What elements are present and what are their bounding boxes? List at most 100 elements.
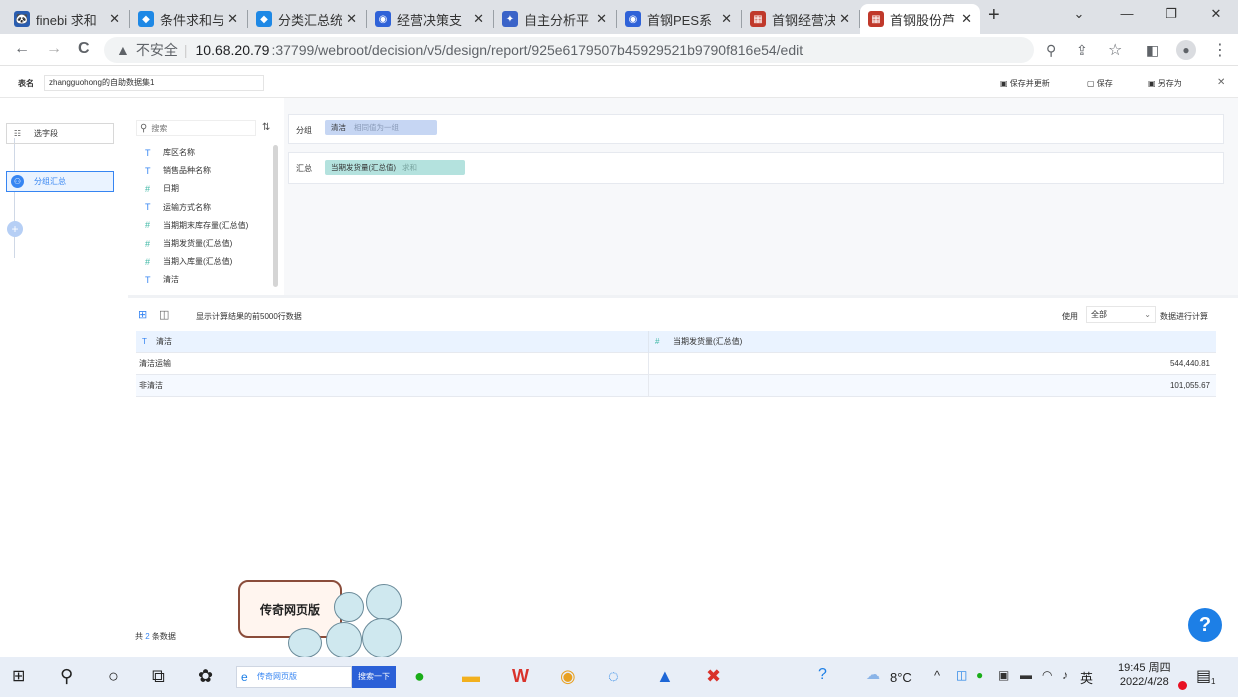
taskbar-search-box[interactable]: e 传奇网页版 — [236, 666, 352, 688]
add-step-button[interactable]: + — [7, 221, 23, 237]
profile-avatar-icon[interactable]: ● — [1176, 40, 1196, 60]
browser-tab[interactable]: ▦ 首钢经营决 ✕ — [742, 4, 858, 34]
volume-icon[interactable]: ♪ — [1062, 668, 1068, 682]
warning-icon: ▲ — [116, 42, 130, 58]
menu-icon[interactable]: ⋮ — [1212, 40, 1228, 60]
notification-icon[interactable]: ▤ — [1196, 666, 1211, 686]
group-field-chip[interactable]: 清洁 相同值为一组 — [325, 120, 437, 135]
table-row[interactable]: 非清洁 101,055.67 — [136, 374, 1216, 397]
field-name: 当期入库量(汇总值) — [163, 257, 233, 267]
summary-row: 汇总 当期发货量(汇总值) 求和 — [288, 152, 1224, 184]
windows-start-icon[interactable]: ⊞ — [12, 666, 25, 686]
browser-tab[interactable]: ◆ 条件求和与 ✕ — [130, 4, 246, 34]
browser-tab[interactable]: 🐼 finebi 求和 ✕ — [6, 4, 128, 34]
wps-icon[interactable]: W — [512, 666, 529, 687]
side-panel-icon[interactable]: ◧ — [1146, 42, 1159, 59]
taskbar-search-button[interactable]: 搜索一下 — [352, 666, 396, 688]
back-icon[interactable]: ← — [14, 40, 30, 58]
battery-icon[interactable]: ▬ — [1020, 668, 1032, 682]
tray-wechat-icon[interactable]: ● — [976, 668, 983, 682]
field-item[interactable]: T 运输方式名称 — [145, 202, 211, 213]
summary-chip-desc: 求和 — [402, 163, 417, 172]
field-item[interactable]: # 当期入库量(汇总值) — [145, 256, 232, 267]
help-tray-icon[interactable]: ? — [818, 666, 827, 684]
field-item[interactable]: # 日期 — [145, 183, 179, 194]
tab-close-icon[interactable]: ✕ — [473, 11, 484, 27]
tab-close-icon[interactable]: ✕ — [961, 11, 972, 27]
browser-icon[interactable]: ◌ — [608, 666, 619, 687]
clock[interactable]: 19:45 周四 2022/4/28 — [1118, 661, 1171, 689]
sort-icon[interactable]: ⇅ — [262, 122, 270, 133]
number-type-icon: # — [145, 183, 151, 194]
url-path: :37799/webroot/decision/v5/design/report… — [271, 42, 804, 58]
column-header[interactable]: T 清洁 — [136, 330, 649, 353]
step-select-fields[interactable]: ☷ 选字段 — [6, 123, 114, 144]
chrome-icon[interactable]: ◉ — [560, 666, 576, 687]
field-item[interactable]: T 库区名称 — [145, 147, 195, 158]
reload-icon[interactable]: C — [78, 40, 90, 58]
field-item[interactable]: T 清洁 — [145, 274, 179, 285]
task-view-icon[interactable]: ⧉ — [152, 666, 165, 687]
tab-title: 首钢股份芦 — [890, 12, 956, 28]
new-tab-button[interactable]: + — [988, 4, 1000, 27]
photos-icon[interactable]: ▲ — [656, 666, 674, 687]
summary-field-chip[interactable]: 当期发货量(汇总值) 求和 — [325, 160, 465, 175]
file-explorer-icon[interactable]: ▬ — [462, 666, 480, 687]
save-as-button[interactable]: ▣ 另存为 — [1148, 78, 1182, 89]
browser-tab[interactable]: ✦ 自主分析平 ✕ — [494, 4, 615, 34]
app-icon[interactable]: ✿ — [198, 666, 213, 687]
browser-tab[interactable]: ▦ 首钢股份芦 ✕ — [860, 4, 980, 34]
tab-search-icon[interactable]: ⌄ — [1064, 6, 1094, 22]
forward-icon[interactable]: → — [46, 40, 62, 58]
table-cell: 101,055.67 — [1169, 381, 1210, 390]
url-bar[interactable]: ▲ 不安全 | 10.68.20.79:37799/webroot/decisi… — [104, 37, 1034, 63]
close-editor-icon[interactable]: ✕ — [1217, 77, 1225, 88]
ad-popup[interactable]: 传奇网页版 — [236, 578, 406, 658]
field-search-input[interactable] — [151, 123, 242, 133]
browser-tab[interactable]: ◆ 分类汇总统 ✕ — [248, 4, 365, 34]
share-icon[interactable]: ⇪ — [1076, 42, 1088, 59]
column-header[interactable]: # 当期发货量(汇总值) — [649, 336, 742, 347]
dataset-name-input[interactable]: zhangguohong的自助数据集1 — [44, 75, 264, 91]
save-button[interactable]: ▢ 保存 — [1087, 78, 1113, 89]
cartoon-cat-icon — [288, 628, 322, 658]
bookmark-star-icon[interactable]: ☆ — [1108, 40, 1122, 60]
browser-tab[interactable]: ◉ 经营决策支 ✕ — [367, 4, 492, 34]
xmind-icon[interactable]: ✖ — [706, 666, 721, 687]
help-button[interactable]: ? — [1188, 608, 1222, 642]
wifi-icon[interactable]: ◠ — [1042, 668, 1052, 682]
table-view-icon[interactable]: ⊞ — [138, 308, 147, 321]
row-count-prefix: 共 — [135, 632, 143, 641]
card-view-icon[interactable]: ◫ — [159, 308, 169, 321]
step-group-summary[interactable]: ⚇ 分组汇总 — [6, 171, 114, 192]
tab-close-icon[interactable]: ✕ — [346, 11, 357, 27]
tab-close-icon[interactable]: ✕ — [721, 11, 732, 27]
save-update-button[interactable]: ▣ 保存并更新 — [1000, 78, 1050, 89]
browser-tab[interactable]: ◉ 首钢PES系 ✕ — [617, 4, 740, 34]
search-icon[interactable]: ⚲ — [60, 666, 73, 687]
tab-close-icon[interactable]: ✕ — [596, 11, 607, 27]
restore-icon[interactable]: ❐ — [1156, 6, 1186, 22]
cortana-icon[interactable]: ○ — [108, 666, 119, 687]
ime-indicator[interactable]: 英 — [1080, 668, 1093, 687]
tray-chevron-icon[interactable]: ^ — [934, 668, 940, 683]
tray-app-icon[interactable]: ◫ — [956, 668, 967, 682]
field-item[interactable]: # 当期期末库存量(汇总值) — [145, 220, 248, 231]
zoom-icon[interactable]: ⚲ — [1046, 42, 1056, 59]
notification-count: 1 — [1211, 677, 1216, 686]
field-item[interactable]: # 当期发货量(汇总值) — [145, 238, 232, 249]
window-close-icon[interactable]: ✕ — [1201, 6, 1231, 22]
field-scrollbar[interactable] — [273, 145, 278, 287]
tray-tool-icon[interactable]: ▣ — [998, 668, 1009, 682]
field-search[interactable]: ⚲ — [136, 120, 256, 136]
table-row[interactable]: 清洁运输 544,440.81 — [136, 352, 1216, 375]
tab-close-icon[interactable]: ✕ — [109, 11, 120, 27]
field-name: 运输方式名称 — [163, 202, 211, 212]
tab-close-icon[interactable]: ✕ — [227, 11, 238, 27]
minimize-icon[interactable]: — — [1112, 6, 1142, 21]
wechat-icon[interactable]: ● — [414, 666, 425, 687]
field-name: 库区名称 — [163, 148, 195, 157]
tab-close-icon[interactable]: ✕ — [839, 11, 850, 27]
field-item[interactable]: T 销售品种名称 — [145, 165, 211, 176]
data-range-select[interactable]: 全部 ⌄ — [1086, 306, 1156, 323]
